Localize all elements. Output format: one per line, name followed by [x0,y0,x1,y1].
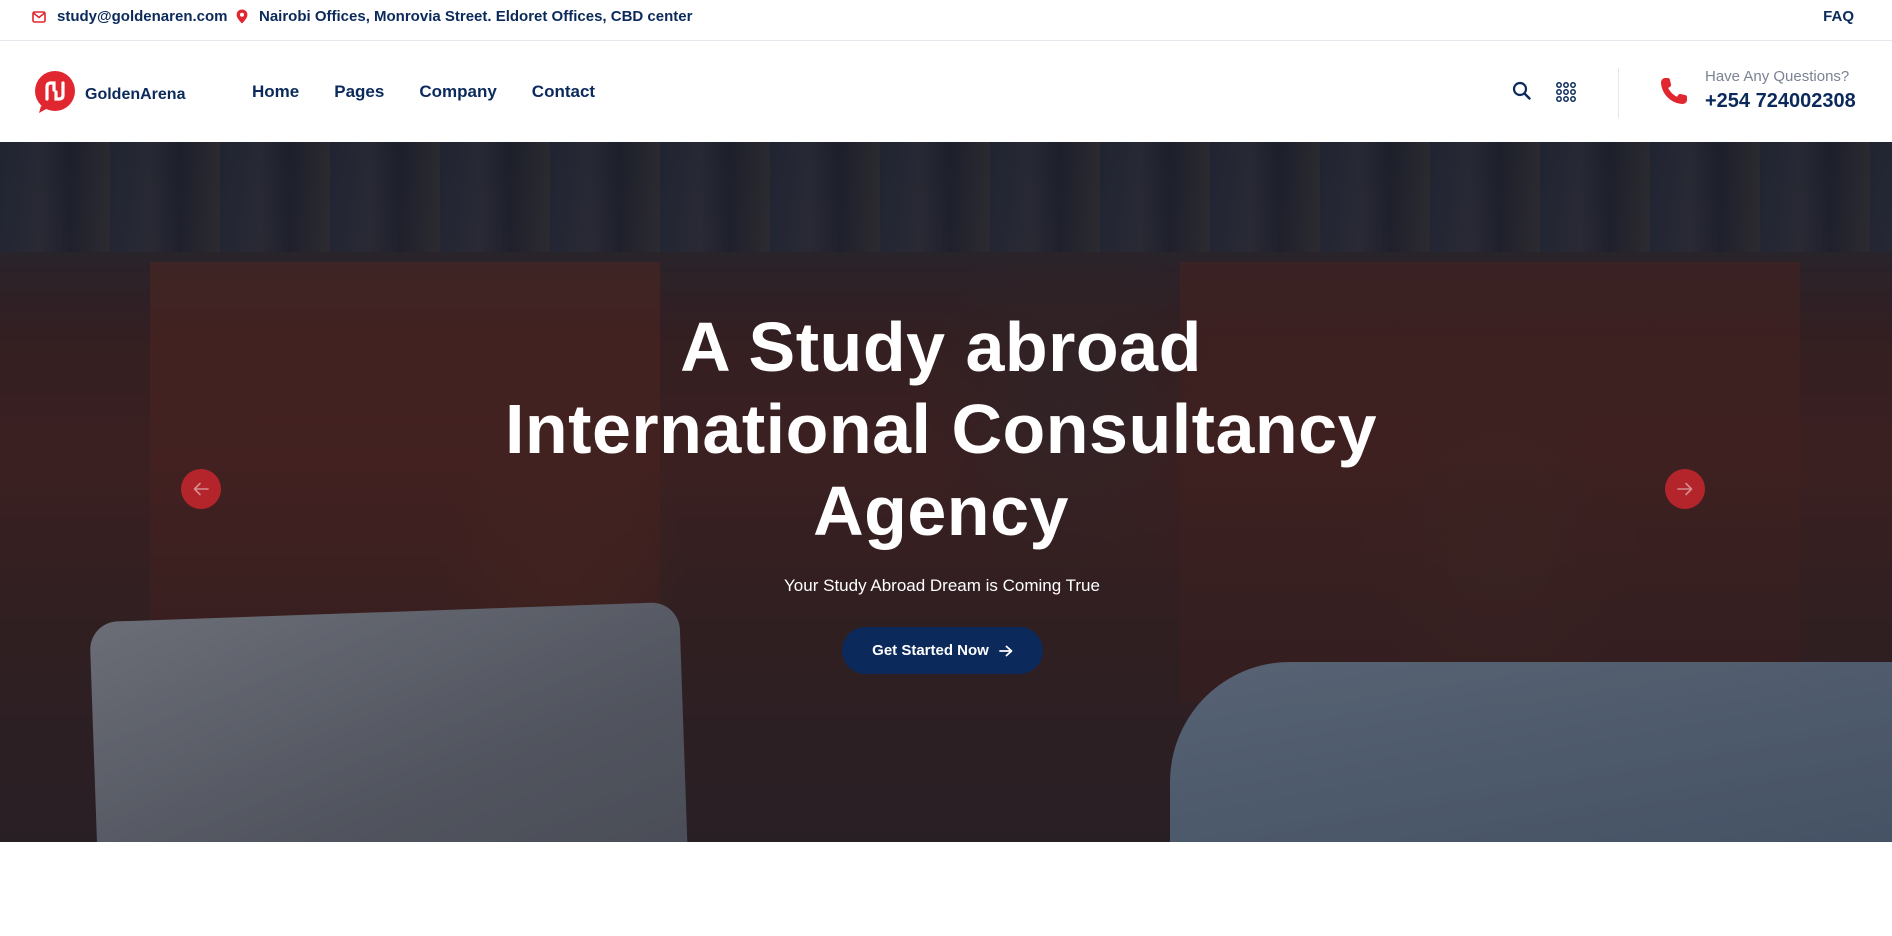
get-started-button[interactable]: Get Started Now [842,627,1043,674]
top-bar: study@goldenaren.com Nairobi Offices, Mo… [0,0,1892,41]
topbar-address-text: Nairobi Offices, Monrovia Street. Eldore… [259,8,693,25]
phone-icon [1661,78,1687,104]
main-nav: Home Pages Company Contact [252,41,630,142]
topbar-email[interactable]: study@goldenaren.com [32,0,228,33]
header-divider [1618,68,1619,118]
hero-subtitle: Your Study Abroad Dream is Coming True [784,576,1100,595]
grid-menu-icon[interactable] [1555,81,1577,103]
logo-icon [35,71,75,113]
faq-link[interactable]: FAQ [1823,0,1854,33]
brand-name: GoldenArena [85,86,186,103]
hero-title-line-2: International Consultancy [504,390,1378,468]
slider-next-button[interactable] [1665,469,1705,509]
search-icon[interactable] [1511,80,1533,102]
slider-prev-button[interactable] [181,469,221,509]
map-pin-icon [236,9,248,24]
contact-question: Have Any Questions? [1705,68,1850,85]
hero-banner: A Study abroad International Consultancy… [0,142,1892,842]
nav-item-company[interactable]: Company [419,82,496,102]
nav-item-contact[interactable]: Contact [532,82,595,102]
topbar-address: Nairobi Offices, Monrovia Street. Eldore… [236,0,692,33]
arrow-left-icon [193,482,209,496]
arrow-right-icon [1677,482,1693,496]
get-started-label: Get Started Now [872,642,989,659]
hero-title-line-1: A Study abroad [680,308,1202,386]
contact-phone-number[interactable]: +254 724002308 [1705,90,1856,113]
brand-logo[interactable]: GoldenArena [33,70,185,114]
topbar-email-text: study@goldenaren.com [57,8,228,25]
hero-title: A Study abroad International Consultancy… [396,306,1486,552]
nav-item-pages[interactable]: Pages [334,82,384,102]
mail-icon [32,10,46,23]
nav-item-home[interactable]: Home [252,82,299,102]
arrow-right-icon [998,645,1013,656]
main-header: GoldenArena Home Pages Company Contact H… [0,41,1892,142]
hero-title-line-3: Agency [813,472,1069,550]
